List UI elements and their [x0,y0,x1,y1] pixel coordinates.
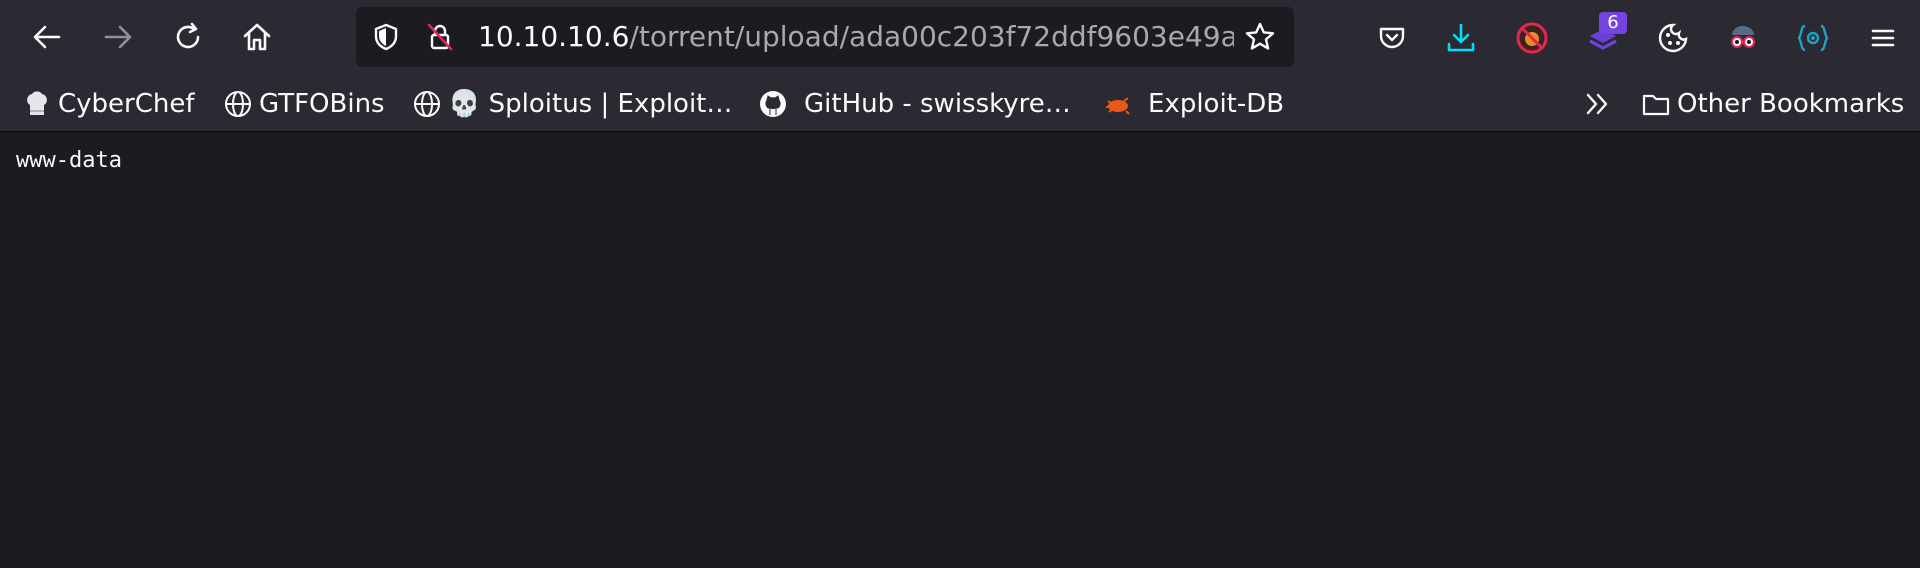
other-bookmarks-button[interactable]: Other Bookmarks [1641,76,1904,131]
bookmark-gtfobins[interactable]: GTFOBins [223,76,385,131]
url-host: 10.10.10.6 [478,20,630,53]
chevron-double-right-icon [1583,89,1613,119]
command-output: www-data [16,148,122,173]
spy-icon[interactable] [1723,18,1763,58]
page-content: www-data [0,132,1920,568]
globe-icon [412,89,442,119]
bookmark-label: GTFOBins [259,88,385,119]
shield-icon[interactable] [368,19,404,55]
back-button[interactable] [24,14,70,60]
reload-icon [176,22,200,49]
back-arrow-icon [33,25,61,49]
other-bookmarks-label: Other Bookmarks [1677,88,1905,119]
url-text[interactable]: 10.10.10.6/torrent/upload/ada00c203f72dd… [478,7,1234,67]
star-icon[interactable] [1242,19,1278,55]
globe-icon [223,89,253,119]
bookmarks-bar: CyberChef GTFOBins 💀 Sploitus | Exploit… [0,76,1920,132]
cookie-icon[interactable] [1653,18,1693,58]
bookmark-label: Exploit-DB [1148,88,1285,119]
browser-toolbar: 10.10.10.6/torrent/upload/ada00c203f72dd… [0,0,1920,76]
home-button[interactable] [234,14,280,60]
bookmark-sploitus[interactable]: 💀 Sploitus | Exploit… [412,76,732,131]
bookmark-cyberchef[interactable]: CyberChef [22,76,195,131]
folder-icon [1641,89,1671,119]
download-icon[interactable] [1441,18,1481,58]
exploit-db-icon [1102,89,1132,119]
bookmark-label: GitHub - swisskyre… [804,88,1071,119]
extension-badge: 6 [1599,12,1627,34]
menu-icon[interactable] [1863,18,1903,58]
bracket-target-icon[interactable] [1793,18,1833,58]
pocket-icon[interactable] [1372,18,1412,58]
url-bar[interactable]: 10.10.10.6/torrent/upload/ada00c203f72dd… [356,7,1294,67]
bookmark-label: 💀 Sploitus | Exploit… [448,88,733,119]
insecure-lock-icon[interactable] [422,19,458,55]
forward-button[interactable] [95,14,141,60]
home-icon [243,23,271,51]
blocker-icon[interactable] [1512,18,1552,58]
github-icon [758,89,788,119]
bookmark-label: CyberChef [58,88,195,119]
bookmarks-overflow-button[interactable] [1583,76,1619,131]
url-path: /torrent/upload/ada00c203f72ddf9603e49ad [629,20,1234,53]
bookmark-exploit-db[interactable]: Exploit-DB [1102,76,1284,131]
bookmark-github[interactable]: GitHub - swisskyre… [758,76,1071,131]
reload-button[interactable] [165,14,211,60]
chef-hat-icon [22,89,52,119]
forward-arrow-icon [104,25,132,49]
